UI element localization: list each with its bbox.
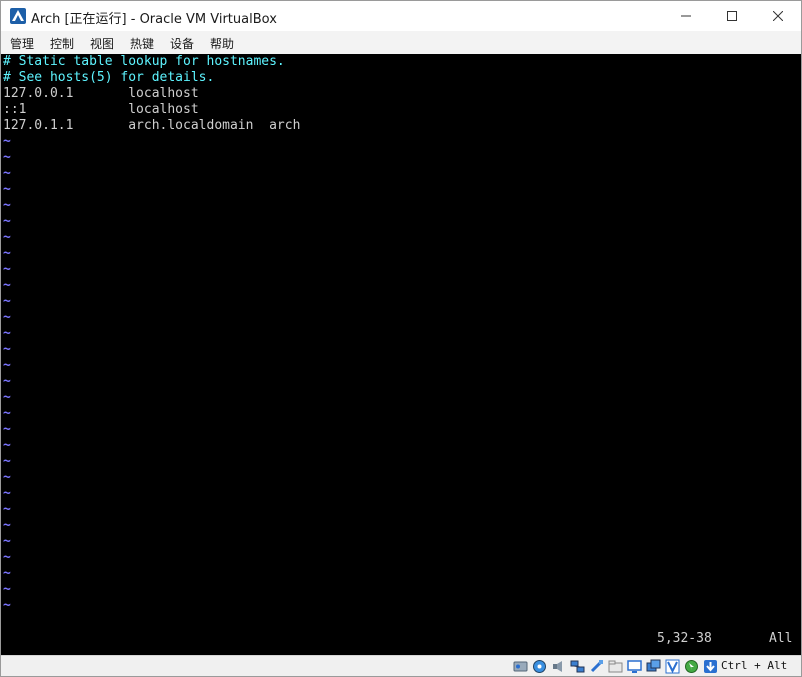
empty-line-marker: ~ [3,566,11,581]
empty-line-marker: ~ [3,406,11,421]
comment-line: # See hosts(5) for details. [3,70,215,85]
empty-line-marker: ~ [3,582,11,597]
hosts-entry-line: ::1 localhost [3,102,199,117]
empty-line-marker: ~ [3,502,11,517]
minimize-button[interactable] [663,1,709,31]
empty-line-marker: ~ [3,486,11,501]
empty-line-marker: ~ [3,454,11,469]
vm-screen[interactable]: # Static table lookup for hostnames. # Se… [1,54,801,655]
mouse-integration-icon[interactable] [684,659,699,674]
menu-help[interactable]: 帮助 [210,35,234,52]
menu-control[interactable]: 控制 [50,35,74,52]
virtualbox-icon [10,8,26,24]
empty-line-marker: ~ [3,326,11,341]
usb-icon[interactable] [589,659,604,674]
empty-line-marker: ~ [3,134,11,149]
empty-line-marker: ~ [3,166,11,181]
empty-line-marker: ~ [3,278,11,293]
maximize-icon [727,11,737,21]
empty-line-marker: ~ [3,598,11,613]
status-bar: Ctrl + Alt [1,655,801,676]
virtualbox-window: Arch [正在运行] - Oracle VM VirtualBox 管理 控制… [0,0,802,677]
menu-devices[interactable]: 设备 [170,35,194,52]
empty-line-marker: ~ [3,150,11,165]
hosts-entry-line: 127.0.0.1 localhost [3,86,199,101]
cursor-position: 5,32-38 [657,631,712,646]
empty-line-marker: ~ [3,470,11,485]
empty-line-marker: ~ [3,422,11,437]
view-scope: All [769,631,793,646]
hard-disk-icon[interactable] [513,659,528,674]
comment-line: # Static table lookup for hostnames. [3,54,285,69]
empty-line-marker: ~ [3,198,11,213]
empty-line-marker: ~ [3,310,11,325]
empty-line-marker: ~ [3,294,11,309]
empty-line-marker: ~ [3,246,11,261]
close-button[interactable] [755,1,801,31]
title-bar[interactable]: Arch [正在运行] - Oracle VM VirtualBox [1,1,801,31]
audio-icon[interactable] [551,659,566,674]
video-capture-icon[interactable] [646,659,661,674]
shared-folders-icon[interactable] [608,659,623,674]
empty-line-marker: ~ [3,214,11,229]
empty-line-marker: ~ [3,390,11,405]
optical-disk-icon[interactable] [532,659,547,674]
host-key-label[interactable]: Ctrl + Alt [721,659,787,672]
menu-view[interactable]: 视图 [90,35,114,52]
empty-line-marker: ~ [3,358,11,373]
empty-line-marker: ~ [3,342,11,357]
empty-line-marker: ~ [3,230,11,245]
menu-manage[interactable]: 管理 [10,35,34,52]
maximize-button[interactable] [709,1,755,31]
empty-line-marker: ~ [3,262,11,277]
empty-line-marker: ~ [3,374,11,389]
display-icon[interactable] [627,659,642,674]
network-icon[interactable] [570,659,585,674]
menu-bar: 管理 控制 视图 热键 设备 帮助 [1,31,801,54]
keyboard-icon[interactable] [703,659,718,674]
virtualization-icon[interactable] [665,659,680,674]
close-icon [773,11,783,21]
minimize-icon [681,15,691,17]
window-title: Arch [正在运行] - Oracle VM VirtualBox [31,12,277,27]
empty-line-marker: ~ [3,438,11,453]
empty-line-marker: ~ [3,534,11,549]
menu-hotkeys[interactable]: 热键 [130,35,154,52]
empty-line-marker: ~ [3,182,11,197]
hosts-entry-line: 127.0.1.1 arch.localdomain arch [3,118,301,133]
empty-line-marker: ~ [3,518,11,533]
empty-line-marker: ~ [3,550,11,565]
